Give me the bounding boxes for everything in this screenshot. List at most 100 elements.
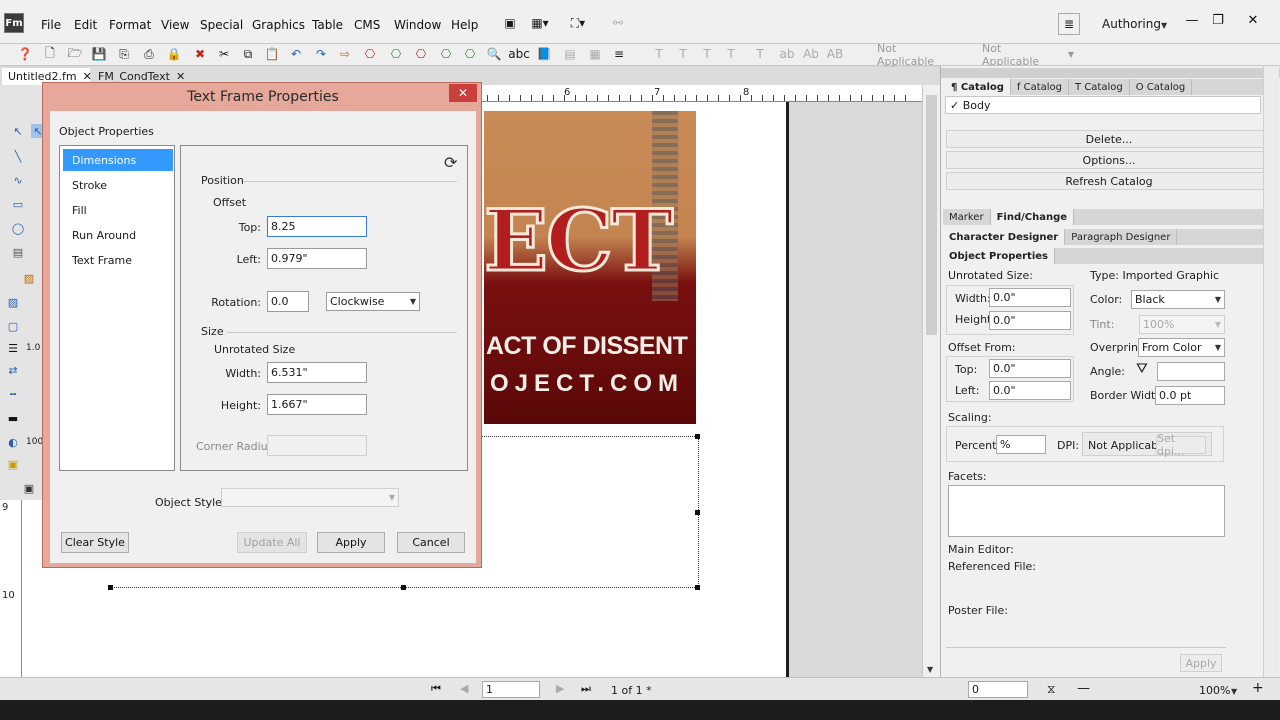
tab-paragraph-designer[interactable]: Paragraph Designer <box>1065 229 1178 245</box>
set-dpi-button[interactable]: Set dpi... <box>1156 432 1206 458</box>
tab-character-catalog[interactable]: f Catalog <box>1011 79 1070 95</box>
list-item-text-frame[interactable]: Text Frame <box>63 249 173 271</box>
prev-page-icon[interactable]: ◀ <box>460 682 468 695</box>
text-style-strike-icon[interactable]: T <box>752 46 768 62</box>
selection-handle[interactable] <box>695 585 700 590</box>
delete-button[interactable]: Delete... <box>946 130 1272 148</box>
image-icon[interactable]: ▨ <box>22 271 36 285</box>
text-style-italic-icon[interactable]: T <box>675 46 691 62</box>
next-page-icon[interactable]: ▶ <box>556 682 564 695</box>
options-button[interactable]: Options... <box>946 151 1272 169</box>
chevron-down-icon[interactable]: ▼ <box>1231 687 1237 696</box>
accept-icon[interactable]: ⎔ <box>388 46 404 62</box>
update-all-button[interactable]: Update All <box>237 532 307 553</box>
track-changes-icon[interactable]: ⎔ <box>362 46 378 62</box>
tab-object-properties[interactable]: Object Properties <box>943 248 1056 264</box>
overprint-icon[interactable]: ▣ <box>6 457 20 471</box>
left-offset-input[interactable]: 0.979" <box>267 248 367 269</box>
new-icon[interactable]: 🗋 <box>42 46 58 62</box>
restore-button[interactable]: ❐ <box>1206 11 1230 29</box>
lock-icon[interactable]: 🔒 <box>166 46 182 62</box>
text-uppercase-icon[interactable]: AB <box>825 46 845 62</box>
selection-handle[interactable] <box>695 510 700 515</box>
copy-icon[interactable]: ⧉ <box>240 46 256 62</box>
poster-image[interactable]: ECT ACT OF DISSENT OJECT.COM <box>484 111 696 424</box>
menu-graphics[interactable]: Graphics <box>252 18 305 32</box>
list-item-fill[interactable]: Fill <box>63 199 173 221</box>
import-icon[interactable]: ⎘ <box>116 46 132 62</box>
refresh-catalog-button[interactable]: Refresh Catalog <box>946 172 1272 190</box>
arrow-style-icon[interactable]: ⇄ <box>6 363 20 377</box>
text-style-bold-icon[interactable]: T <box>651 46 667 62</box>
line-width-icon[interactable]: ☰ <box>6 341 20 355</box>
accept-all-icon[interactable]: ⎔ <box>438 46 454 62</box>
width-input[interactable]: 6.531" <box>267 362 367 383</box>
save-icon[interactable]: 💾 <box>91 46 107 62</box>
rectangle-icon[interactable]: ▭ <box>11 197 25 211</box>
panel-toggle-icon[interactable]: ≣ <box>1058 13 1080 35</box>
facets-box[interactable] <box>948 485 1225 537</box>
minimize-button[interactable]: — <box>1180 11 1204 29</box>
redo-icon[interactable]: ↷ <box>313 46 329 62</box>
selection-handle[interactable] <box>108 585 113 590</box>
catalog-list-item-body[interactable]: ✓ Body <box>945 96 1261 114</box>
layout-icon[interactable]: ▣ <box>502 15 518 31</box>
rotation-direction-select[interactable]: Clockwise ▼ <box>326 292 420 311</box>
text-style-super-icon[interactable]: T <box>699 46 715 62</box>
text-lowercase-icon[interactable]: ab <box>777 46 797 62</box>
page-number-input[interactable]: 1 <box>482 681 540 698</box>
screen-icon[interactable]: ▣ <box>22 481 36 495</box>
reject-icon[interactable]: ⎔ <box>413 46 429 62</box>
cancel-button[interactable]: Cancel <box>397 532 465 553</box>
fit-window-icon[interactable]: ⧖ <box>1047 682 1055 697</box>
selection-handle[interactable] <box>695 434 700 439</box>
obj-left-input[interactable]: 0.0" <box>989 381 1071 400</box>
view-layout-icon[interactable]: ▦▾ <box>531 15 548 31</box>
workspace-select[interactable]: Authoring <box>1102 17 1161 31</box>
link-icon[interactable]: ⚯ <box>610 15 626 31</box>
overprint-select[interactable]: From Color ▼ <box>1138 338 1225 357</box>
panel-scrollbar[interactable] <box>1263 66 1279 677</box>
frame-icon[interactable]: ▢ <box>6 319 20 333</box>
vertical-scrollbar[interactable]: ▼ <box>922 85 940 677</box>
menu-edit[interactable]: Edit <box>74 18 97 32</box>
menu-table[interactable]: Table <box>312 18 343 32</box>
obj-apply-button[interactable]: Apply <box>1180 654 1222 672</box>
repeat-icon[interactable]: ⇨ <box>337 46 353 62</box>
textframe-icon[interactable]: ▤ <box>11 245 25 259</box>
selection-handle[interactable] <box>401 585 406 590</box>
fit-icon[interactable]: ⛶▾ <box>570 15 586 31</box>
menu-format[interactable]: Format <box>109 18 151 32</box>
undo-icon[interactable]: ↶ <box>288 46 304 62</box>
spellcheck-icon[interactable]: abc <box>508 46 530 62</box>
select-arrow-icon[interactable]: ↖ <box>11 124 25 138</box>
tab-character-designer[interactable]: Character Designer <box>943 229 1066 245</box>
table-icon[interactable]: ▤ <box>562 46 578 62</box>
menu-window[interactable]: Window <box>394 18 441 32</box>
menu-view[interactable]: View <box>161 18 189 32</box>
open-icon[interactable]: 🗁 <box>67 46 83 62</box>
object-style-select[interactable]: ▼ <box>221 488 399 507</box>
scroll-down-icon[interactable]: ▼ <box>927 665 933 674</box>
last-page-icon[interactable]: ⏭ <box>581 682 591 696</box>
tab-find-change[interactable]: Find/Change <box>990 209 1075 225</box>
zoom-level[interactable]: 100% <box>1199 684 1230 697</box>
paste-icon[interactable]: 📋 <box>264 46 280 62</box>
top-offset-input[interactable]: 8.25 <box>267 216 367 237</box>
corner-radius-input[interactable] <box>267 435 367 456</box>
list-item-stroke[interactable]: Stroke <box>63 174 173 196</box>
cut-icon[interactable]: ✂ <box>216 46 232 62</box>
list-item-run-around[interactable]: Run Around <box>63 224 173 246</box>
apply-button[interactable]: Apply <box>317 532 385 553</box>
tint-select[interactable]: 100% ▼ <box>1139 315 1225 334</box>
color-select[interactable]: Black ▼ <box>1131 290 1225 309</box>
align-icon[interactable]: ≡ <box>611 46 627 62</box>
scroll-thumb[interactable] <box>926 95 937 335</box>
menu-help[interactable]: Help <box>451 18 478 32</box>
obj-width-input[interactable]: 0.0" <box>989 288 1071 307</box>
text-style-sub-icon[interactable]: T <box>723 46 739 62</box>
print-icon[interactable]: ⎙ <box>141 46 157 62</box>
obj-height-input[interactable]: 0.0" <box>989 311 1071 330</box>
line-tool-icon[interactable]: ╲ <box>11 149 25 163</box>
tint-icon[interactable]: ◐ <box>6 435 20 449</box>
